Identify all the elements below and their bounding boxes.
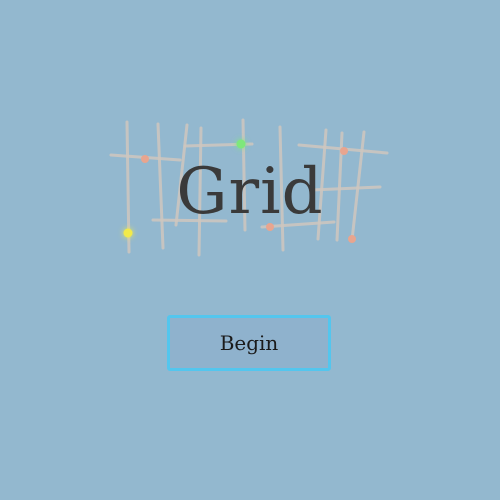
grid-line [151, 218, 228, 223]
grid-line [241, 118, 247, 232]
grid-line [156, 122, 165, 250]
salmon-node [340, 147, 348, 155]
grid-line [350, 130, 366, 242]
begin-button[interactable]: Begin [167, 315, 331, 371]
salmon-node [141, 155, 149, 163]
grid-line [174, 123, 189, 227]
yellow-node [123, 228, 133, 238]
salmon-node [348, 235, 356, 243]
grid-lines [109, 118, 389, 257]
grid-line [278, 125, 285, 252]
salmon-node [266, 223, 274, 231]
grid-logo-art [109, 118, 389, 257]
green-node [236, 139, 246, 149]
